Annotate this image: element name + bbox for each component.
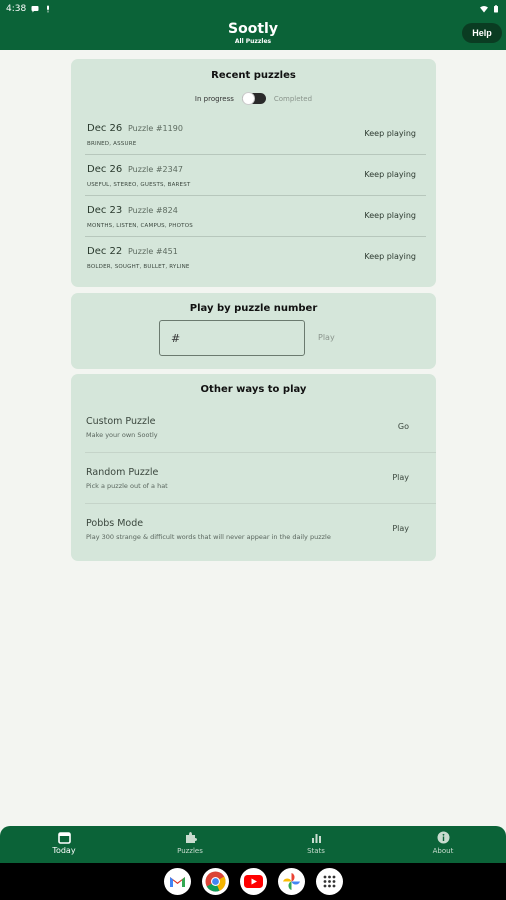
keep-playing-button[interactable]: Keep playing [364, 170, 416, 179]
nav-label: Puzzles [177, 847, 203, 855]
keep-playing-button[interactable]: Keep playing [364, 129, 416, 138]
way-description: Pick a puzzle out of a hat [86, 482, 168, 490]
puzzle-number: Puzzle #2347 [128, 165, 183, 174]
keep-playing-button[interactable]: Keep playing [364, 252, 416, 261]
chrome-icon[interactable] [202, 868, 229, 895]
toggle-knob [241, 92, 255, 105]
way-description: Play 300 strange & difficult words that … [86, 533, 331, 541]
other-ways-title: Other ways to play [200, 384, 307, 395]
pobbs-mode-row[interactable]: Pobbs Mode Play 300 strange & difficult … [85, 504, 436, 555]
help-button[interactable]: Help [462, 23, 502, 43]
recent-puzzle-row[interactable]: Dec 22 Puzzle #451 BOLDER, SOUGHT, BULLE… [85, 237, 426, 278]
way-name: Random Puzzle [86, 467, 159, 478]
puzzle-date: Dec 23 [87, 205, 123, 216]
play-number-button[interactable]: Play [318, 333, 335, 342]
app-subtitle: All Puzzles [234, 38, 272, 45]
nav-about[interactable]: About [413, 826, 473, 863]
bar-chart-icon [311, 834, 321, 843]
way-description: Make your own Sootly [86, 431, 158, 439]
app-bar: Sootly All Puzzles Help [0, 18, 506, 50]
way-name: Custom Puzzle [86, 416, 156, 427]
completed-toggle-switch[interactable] [241, 92, 266, 105]
status-time: 4:38 [6, 4, 27, 14]
nav-label: Today [52, 846, 76, 855]
puzzle-found-words: USEFUL, STEREO, GUESTS, BAREST [87, 182, 191, 188]
puzzle-number: Puzzle #1190 [128, 124, 183, 133]
wifi-icon [480, 6, 488, 13]
recent-puzzle-row[interactable]: Dec 23 Puzzle #824 MONTHS, LISTEN, CAMPU… [85, 196, 426, 237]
progress-toggle-row: In progress Completed [71, 92, 436, 105]
photos-icon[interactable] [278, 868, 305, 895]
recent-puzzles-card: Recent puzzles In progress Completed Dec… [71, 59, 436, 287]
microphone-icon [47, 5, 50, 13]
status-bar: 4:38 [0, 0, 506, 18]
nav-stats[interactable]: Stats [286, 826, 346, 863]
message-icon [31, 6, 39, 13]
app-title: Sootly [228, 21, 278, 37]
nav-today[interactable]: Today [34, 826, 94, 863]
app-drawer-icon[interactable] [316, 868, 343, 895]
toggle-label-completed: Completed [273, 94, 313, 103]
info-icon [437, 831, 449, 844]
recent-puzzles-title: Recent puzzles [211, 70, 296, 81]
puzzle-found-words: BOLDER, SOUGHT, BULLET, RYLINE [87, 264, 190, 270]
nav-puzzles[interactable]: Puzzles [160, 826, 220, 863]
other-ways-card: Other ways to play Custom Puzzle Make yo… [71, 374, 436, 561]
go-button[interactable]: Go [398, 422, 409, 431]
puzzle-number: Puzzle #824 [128, 206, 178, 215]
battery-icon [494, 5, 498, 13]
system-dock [0, 863, 506, 900]
nav-label: About [432, 847, 454, 855]
puzzle-found-words: BRINED, ASSURE [87, 141, 137, 147]
gmail-icon[interactable] [164, 868, 191, 895]
puzzle-found-words: MONTHS, LISTEN, CAMPUS, PHOTOS [87, 223, 193, 229]
play-random-button[interactable]: Play [392, 473, 409, 482]
play-by-number-title: Play by puzzle number [189, 303, 318, 314]
custom-puzzle-row[interactable]: Custom Puzzle Make your own Sootly Go [85, 402, 436, 453]
puzzle-date: Dec 26 [87, 123, 123, 134]
puzzle-date: Dec 22 [87, 246, 123, 257]
bottom-navigation: Today Puzzles Stats About [0, 826, 506, 863]
keep-playing-button[interactable]: Keep playing [364, 211, 416, 220]
toggle-label-in-progress: In progress [194, 94, 234, 103]
puzzle-date: Dec 26 [87, 164, 123, 175]
calendar-icon [57, 832, 71, 844]
puzzle-number-input[interactable]: # [159, 320, 305, 356]
recent-puzzle-row[interactable]: Dec 26 Puzzle #2347 USEFUL, STEREO, GUES… [85, 155, 426, 196]
youtube-icon[interactable] [240, 868, 267, 895]
puzzle-piece-icon [185, 832, 197, 843]
play-by-number-card: Play by puzzle number # Play [71, 293, 436, 369]
random-puzzle-row[interactable]: Random Puzzle Pick a puzzle out of a hat… [85, 453, 436, 504]
play-pobbs-button[interactable]: Play [392, 524, 409, 533]
way-name: Pobbs Mode [86, 518, 144, 529]
puzzle-number: Puzzle #451 [128, 247, 178, 256]
recent-puzzle-row[interactable]: Dec 26 Puzzle #1190 BRINED, ASSURE Keep … [85, 114, 426, 155]
nav-label: Stats [307, 847, 325, 855]
